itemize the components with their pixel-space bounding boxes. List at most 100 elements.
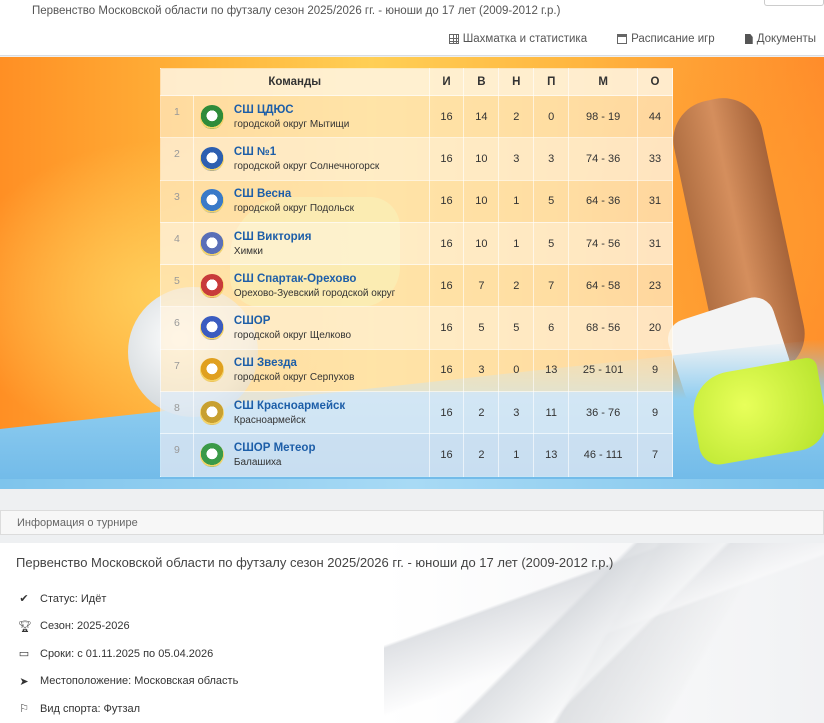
row-goals: 25 - 101 — [568, 348, 639, 393]
row-wins: 10 — [463, 137, 500, 181]
row-games: 16 — [428, 137, 465, 181]
row-wins: 7 — [463, 264, 500, 308]
row-position: 2 — [160, 137, 194, 181]
row-position: 1 — [160, 94, 194, 139]
row-games: 16 — [428, 348, 465, 393]
team-location: городской округ Серпухов — [233, 372, 355, 384]
row-position: 9 — [160, 433, 194, 477]
row-points: 33 — [637, 137, 673, 181]
row-goals: 74 - 56 — [568, 221, 639, 266]
team-name-link[interactable]: СШ Звезда — [234, 357, 354, 369]
row-team: СШ №1 городской округ Солнечногорск — [192, 137, 430, 181]
row-goals: 46 - 111 — [568, 433, 639, 477]
row-losses: 11 — [533, 391, 570, 435]
row-draws: 1 — [498, 221, 535, 266]
standings-row: 9 СШОР Метеор Балашиха 16 2 1 13 46 - 111 7 — [160, 433, 673, 477]
standings-row: 5 СШ Спартак-Орехово Орехово-Зуевский горо… — [160, 264, 673, 308]
nav-chessboard-stats[interactable]: Шахматка и статистика — [448, 33, 588, 45]
row-games: 16 — [428, 94, 465, 139]
row-goals: 64 - 36 — [568, 179, 639, 223]
info-season: 🏆︎ Сезон: 2025-2026 — [18, 613, 238, 641]
row-wins: 3 — [463, 348, 500, 393]
grid-icon — [448, 34, 459, 44]
team-location: городской округ Щелково — [233, 330, 352, 342]
team-logo-icon[interactable] — [199, 358, 224, 383]
trophy-icon: 🏆︎ — [18, 620, 32, 633]
team-logo-icon[interactable] — [199, 189, 224, 214]
row-team: СШОР Метеор Балашиха — [192, 433, 430, 477]
team-name-link[interactable]: СШ Весна — [234, 188, 354, 200]
row-goals: 68 - 56 — [568, 306, 639, 350]
row-wins: 10 — [463, 179, 500, 223]
team-name-link[interactable]: СШ Красноармейск — [234, 400, 345, 412]
row-losses: 13 — [533, 433, 570, 477]
col-header-wins[interactable]: В — [463, 68, 500, 96]
row-draws: 3 — [498, 137, 535, 181]
row-losses: 6 — [533, 306, 570, 350]
info-sport: ⚐ Вид спорта: Футзал — [18, 695, 238, 723]
col-header-losses[interactable]: П — [533, 68, 570, 96]
standings-header-row: Команды И В Н П М О — [160, 68, 673, 96]
check-icon: ✔ — [19, 593, 29, 606]
team-logo-icon[interactable] — [199, 146, 224, 171]
team-logo-icon[interactable] — [199, 400, 224, 425]
decorative-background — [384, 543, 824, 723]
row-position: 3 — [160, 179, 194, 223]
team-name-link[interactable]: СШОР Метеор — [234, 442, 316, 454]
row-wins: 10 — [463, 221, 500, 266]
row-points: 23 — [637, 264, 673, 308]
row-position: 4 — [160, 221, 194, 266]
team-name-link[interactable]: СШ Спартак-Орехово — [234, 273, 395, 285]
standings-row: 4 СШ Виктория Химки 16 10 1 5 74 - 56 31 — [160, 221, 673, 266]
row-games: 16 — [428, 391, 465, 435]
standings-table: Команды И В Н П М О 1 СШ ЦДЮС городской ок… — [160, 68, 673, 477]
row-draws: 2 — [498, 264, 535, 308]
nav-documents[interactable]: Документы — [744, 33, 816, 45]
tournament-info-section-label: Информация о турнире — [0, 510, 824, 535]
col-header-team[interactable]: Команды — [160, 68, 430, 96]
row-team: СШ Спартак-Орехово Орехово-Зуевский город… — [192, 264, 430, 308]
row-points: 44 — [637, 94, 673, 139]
row-position: 5 — [160, 264, 194, 308]
row-goals: 36 - 76 — [568, 391, 639, 435]
col-header-goals[interactable]: М — [568, 68, 639, 96]
row-position: 6 — [160, 306, 194, 350]
col-header-points[interactable]: О — [637, 68, 673, 96]
calendar-icon — [617, 34, 628, 44]
team-location: Красноармейск — [233, 414, 306, 426]
team-name-link[interactable]: СШ Виктория — [234, 231, 312, 243]
team-name-link[interactable]: СШ ЦДЮС — [234, 104, 349, 116]
row-team: СШ Звезда городской округ Серпухов — [192, 348, 430, 393]
standings-row: 7 СШ Звезда городской округ Серпухов 16 3 0 13… — [160, 348, 673, 393]
team-location: Орехово-Зуевский городской округ — [233, 287, 396, 299]
row-draws: 5 — [498, 306, 535, 350]
standings-row: 2 СШ №1 городской округ Солнечногорск 16 10 3… — [160, 137, 673, 181]
team-name-link[interactable]: СШ №1 — [234, 146, 379, 158]
info-season-text: Сезон: 2025-2026 — [40, 620, 130, 633]
flag-icon: ⚐ — [19, 703, 29, 716]
team-logo-icon[interactable] — [199, 273, 224, 298]
nav-documents-label: Документы — [756, 33, 816, 45]
team-name-link[interactable]: СШОР — [234, 315, 351, 327]
team-logo-icon[interactable] — [199, 443, 224, 468]
row-points: 7 — [637, 433, 673, 477]
row-wins: 2 — [463, 433, 500, 477]
team-logo-icon[interactable] — [199, 316, 224, 341]
row-points: 20 — [637, 306, 673, 350]
row-team: СШ Виктория Химки — [192, 221, 430, 266]
hero-bottom-strip — [0, 479, 824, 489]
tournament-title: Первенство Московской области по футзалу… — [32, 5, 561, 17]
team-location: Балашиха — [233, 457, 282, 469]
location-arrow-icon: ➤ — [19, 675, 29, 688]
col-header-games[interactable]: И — [428, 68, 465, 96]
row-wins: 14 — [463, 94, 500, 139]
standings-row: 8 СШ Красноармейск Красноармейск 16 2 3 11 36 -… — [160, 391, 673, 435]
team-logo-icon[interactable] — [199, 104, 224, 129]
header-control[interactable] — [764, 0, 824, 6]
info-status: ✔ Статус: Идёт — [18, 585, 238, 613]
nav-schedule[interactable]: Расписание игр — [617, 33, 715, 45]
row-team: СШ ЦДЮС городской округ Мытищи — [192, 94, 430, 139]
team-logo-icon[interactable] — [199, 231, 224, 256]
col-header-draws[interactable]: Н — [498, 68, 535, 96]
nav-chessboard-stats-label: Шахматка и статистика — [462, 33, 588, 45]
